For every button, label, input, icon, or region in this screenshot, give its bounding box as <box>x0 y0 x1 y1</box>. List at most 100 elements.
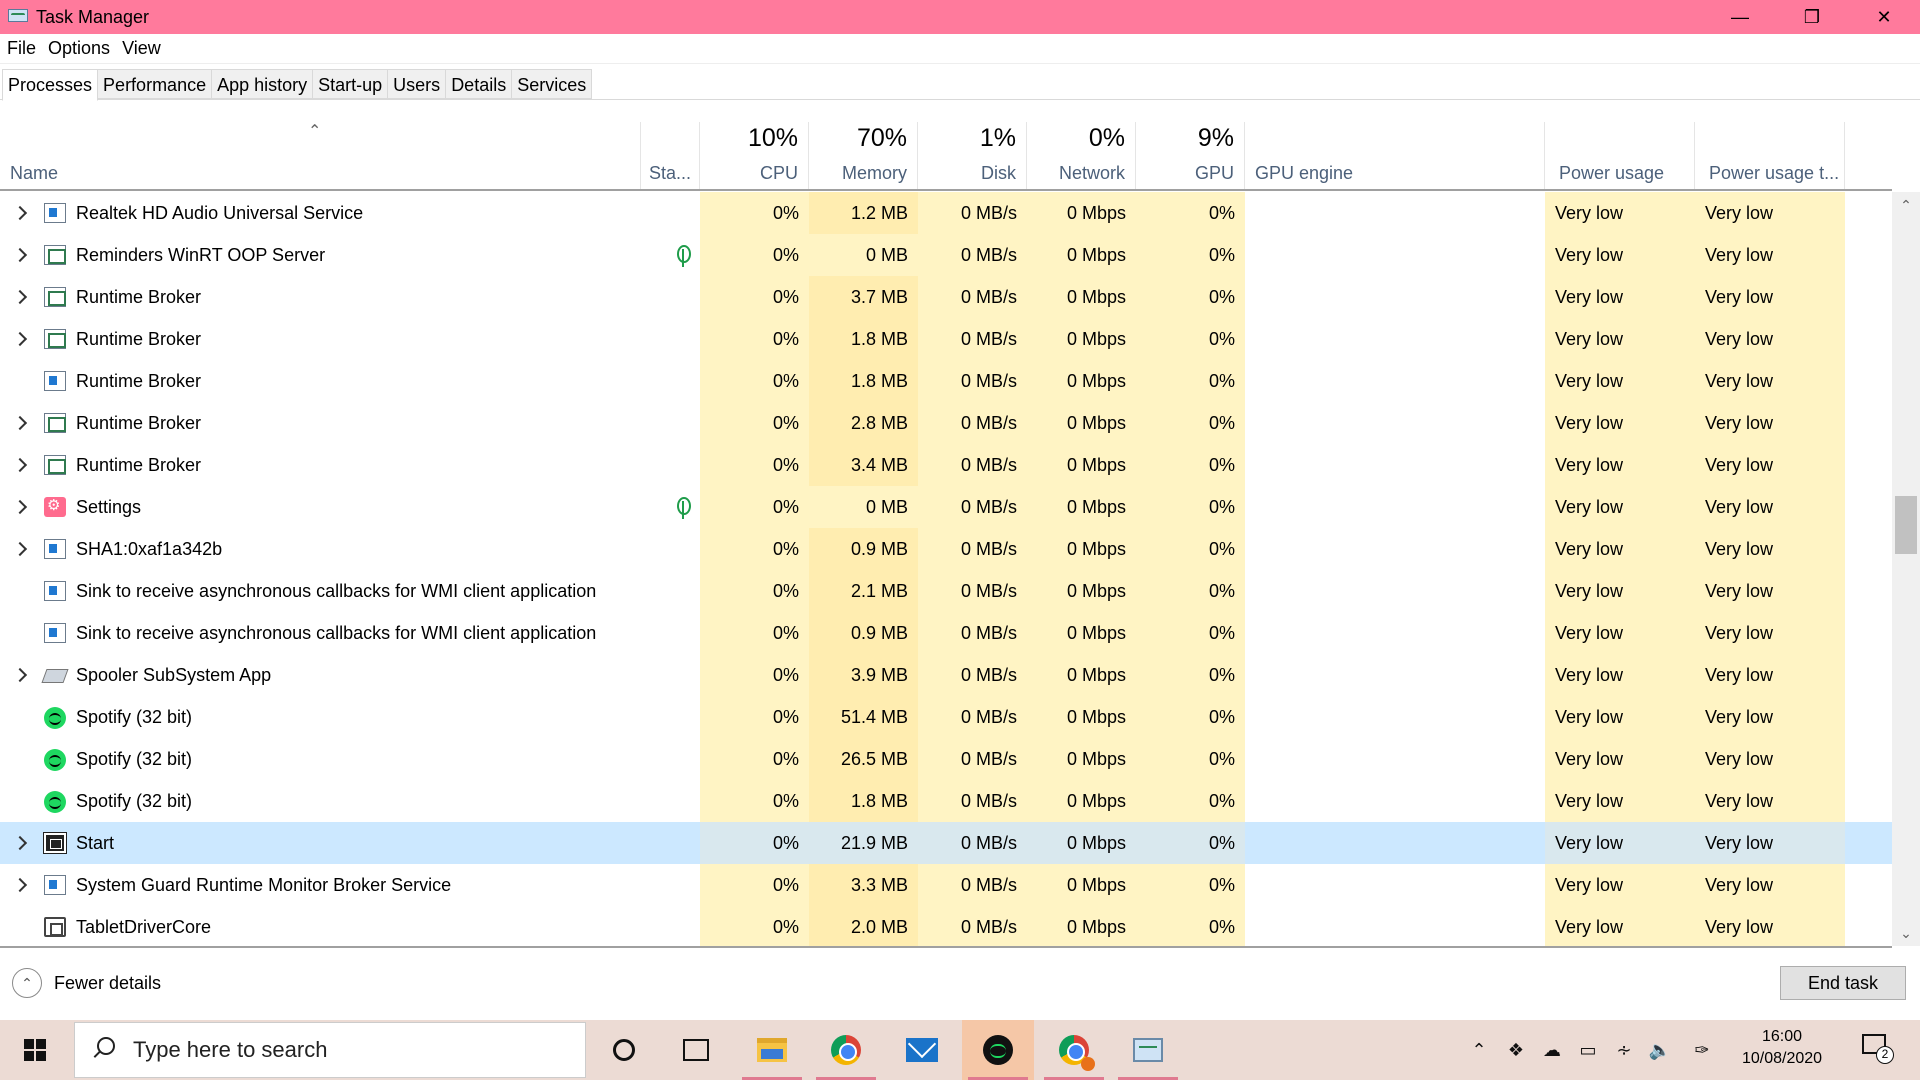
process-row[interactable]: Runtime Broker 0% 1.8 MB 0 MB/s 0 Mbps 0% Very… <box>0 360 1892 402</box>
chrome-profile-button[interactable] <box>1038 1020 1110 1080</box>
cell-gpu-engine <box>1245 696 1545 738</box>
column-header-cpu[interactable]: 10% CPU <box>700 122 809 190</box>
wifi-icon[interactable]: ∻ <box>1610 1020 1638 1080</box>
column-header-gpu-engine[interactable]: GPU engine <box>1245 122 1545 190</box>
process-row[interactable]: Spotify (32 bit) 0% 26.5 MB 0 MB/s 0 Mbps 0% V… <box>0 738 1892 780</box>
tab-start-up[interactable]: Start-up <box>313 69 389 99</box>
process-row[interactable]: Runtime Broker 0% 1.8 MB 0 MB/s 0 Mbps 0% Very… <box>0 318 1892 360</box>
column-header-memory[interactable]: 70% Memory <box>809 122 918 190</box>
expand-chevron-icon[interactable] <box>10 528 30 570</box>
cell-gpu: 0% <box>1136 570 1245 612</box>
minimize-button[interactable]: — <box>1704 0 1776 34</box>
fewer-details-toggle[interactable]: ⌃ Fewer details <box>12 968 161 998</box>
cell-power: Very low <box>1545 864 1695 906</box>
expand-chevron-icon[interactable] <box>10 276 30 318</box>
process-row[interactable]: Spotify (32 bit) 0% 1.8 MB 0 MB/s 0 Mbps 0% Ve… <box>0 780 1892 822</box>
cell-network: 0 Mbps <box>1027 486 1136 528</box>
notification-center-button[interactable]: 2 <box>1860 1032 1894 1064</box>
cell-power: Very low <box>1545 906 1695 946</box>
taskbar-search[interactable]: Type here to search <box>74 1022 586 1078</box>
menu-file[interactable]: File <box>0 38 42 59</box>
dropbox-icon[interactable]: ❖ <box>1502 1020 1530 1080</box>
cell-gpu: 0% <box>1136 822 1245 864</box>
scroll-down-icon[interactable]: ⌄ <box>1892 920 1920 946</box>
process-name: System Guard Runtime Monitor Broker Serv… <box>76 875 452 895</box>
process-row[interactable]: Realtek HD Audio Universal Service 0% 1.2 … <box>0 192 1892 234</box>
expand-chevron-icon[interactable] <box>10 486 30 528</box>
task-view-button[interactable] <box>660 1020 732 1080</box>
process-row[interactable]: Reminders WinRT OOP Server 0% 0 MB 0 MB/s 0 … <box>0 234 1892 276</box>
expand-chevron-icon[interactable] <box>10 822 30 864</box>
column-header-gpu[interactable]: 9% GPU <box>1136 122 1245 190</box>
volume-icon[interactable]: 🔈 <box>1646 1020 1674 1080</box>
process-row[interactable]: System Guard Runtime Monitor Broker Serv… <box>0 864 1892 906</box>
process-row[interactable]: SHA1:0xaf1a342b 0% 0.9 MB 0 MB/s 0 Mbps 0% Ver… <box>0 528 1892 570</box>
process-row[interactable]: Start 0% 21.9 MB 0 MB/s 0 Mbps 0% Very low Very… <box>0 822 1892 864</box>
chrome-button[interactable] <box>810 1020 882 1080</box>
cell-disk: 0 MB/s <box>918 318 1027 360</box>
column-header-name[interactable]: Name <box>0 122 641 190</box>
service-icon <box>44 581 66 601</box>
tab-details[interactable]: Details <box>446 69 513 99</box>
spotify-taskbar-button[interactable] <box>962 1020 1034 1080</box>
cell-gpu-engine <box>1245 234 1545 276</box>
process-row[interactable]: TabletDriverCore 0% 2.0 MB 0 MB/s 0 Mbps 0% Ve… <box>0 906 1892 946</box>
menu-options[interactable]: Options <box>42 38 116 59</box>
tab-processes[interactable]: Processes <box>2 69 99 101</box>
process-row[interactable]: Runtime Broker 0% 3.4 MB 0 MB/s 0 Mbps 0% Very… <box>0 444 1892 486</box>
chevron-up-icon[interactable]: ⌃ <box>1466 1020 1492 1080</box>
expand-chevron-icon[interactable] <box>10 318 30 360</box>
cell-disk: 0 MB/s <box>918 444 1027 486</box>
cell-memory: 2.1 MB <box>809 570 918 612</box>
process-row[interactable]: Spotify (32 bit) 0% 51.4 MB 0 MB/s 0 Mbps 0% V… <box>0 696 1892 738</box>
chevron-up-circle-icon: ⌃ <box>12 968 42 998</box>
expand-chevron-icon[interactable] <box>10 192 30 234</box>
cortana-button[interactable] <box>588 1020 660 1080</box>
cell-memory: 3.4 MB <box>809 444 918 486</box>
file-explorer-button[interactable] <box>736 1020 808 1080</box>
process-row[interactable]: Settings0%0 MB0 MB/s0 Mbps0%Very lowVery… <box>0 486 1892 528</box>
column-header-status[interactable]: Sta... <box>641 122 700 190</box>
maximize-button[interactable]: ❐ <box>1776 0 1848 34</box>
vertical-scrollbar[interactable]: ⌃ ⌄ <box>1892 192 1920 946</box>
column-header-power-usage[interactable]: Power usage <box>1545 122 1695 190</box>
expand-chevron-icon[interactable] <box>10 654 30 696</box>
process-row[interactable]: Runtime Broker 0% 2.8 MB 0 MB/s 0 Mbps 0% Very… <box>0 402 1892 444</box>
close-button[interactable]: ✕ <box>1848 0 1920 34</box>
cell-gpu-engine <box>1245 276 1545 318</box>
menu-view[interactable]: View <box>116 38 167 59</box>
end-task-button[interactable]: End task <box>1780 966 1906 1000</box>
expand-chevron-icon[interactable] <box>10 864 30 906</box>
mail-button[interactable] <box>886 1020 958 1080</box>
process-row[interactable]: Spooler SubSystem App 0% 3.9 MB 0 MB/s 0 Mbp… <box>0 654 1892 696</box>
scroll-thumb[interactable] <box>1895 496 1917 554</box>
battery-icon[interactable]: ▭ <box>1574 1020 1602 1080</box>
cell-cpu: 0% <box>700 906 809 946</box>
cpu-total: 10% <box>747 124 798 152</box>
process-row[interactable]: Sink to receive asynchronous callbacks f… <box>0 570 1892 612</box>
cell-power-trend: Very low <box>1695 864 1845 906</box>
clock-date: 10/08/2020 <box>1741 1050 1823 1067</box>
expand-chevron-icon[interactable] <box>10 234 30 276</box>
tab-services[interactable]: Services <box>512 69 593 99</box>
cell-power-trend: Very low <box>1695 360 1845 402</box>
column-header-disk[interactable]: 1% Disk <box>918 122 1027 190</box>
tab-users[interactable]: Users <box>388 69 447 99</box>
process-row[interactable]: Sink to receive asynchronous callbacks f… <box>0 612 1892 654</box>
cell-gpu-engine <box>1245 528 1545 570</box>
start-button[interactable] <box>0 1020 70 1080</box>
cell-network: 0 Mbps <box>1027 696 1136 738</box>
column-header-power-usage-trend[interactable]: Power usage t... <box>1695 122 1845 190</box>
expand-chevron-icon[interactable] <box>10 444 30 486</box>
column-header-network[interactable]: 0% Network <box>1027 122 1136 190</box>
process-row[interactable]: Runtime Broker 0% 3.7 MB 0 MB/s 0 Mbps 0% Very… <box>0 276 1892 318</box>
pen-icon[interactable]: ✑ <box>1688 1020 1716 1080</box>
column-label-status: Sta... <box>649 163 692 183</box>
expand-chevron-icon[interactable] <box>10 402 30 444</box>
tab-app-history[interactable]: App history <box>212 69 314 99</box>
taskbar-clock[interactable]: 16:00 10/08/2020 <box>1732 1026 1832 1070</box>
task-manager-taskbar-button[interactable] <box>1112 1020 1184 1080</box>
onedrive-icon[interactable]: ☁ <box>1538 1020 1566 1080</box>
scroll-up-icon[interactable]: ⌃ <box>1892 192 1920 218</box>
tab-performance[interactable]: Performance <box>98 69 213 99</box>
